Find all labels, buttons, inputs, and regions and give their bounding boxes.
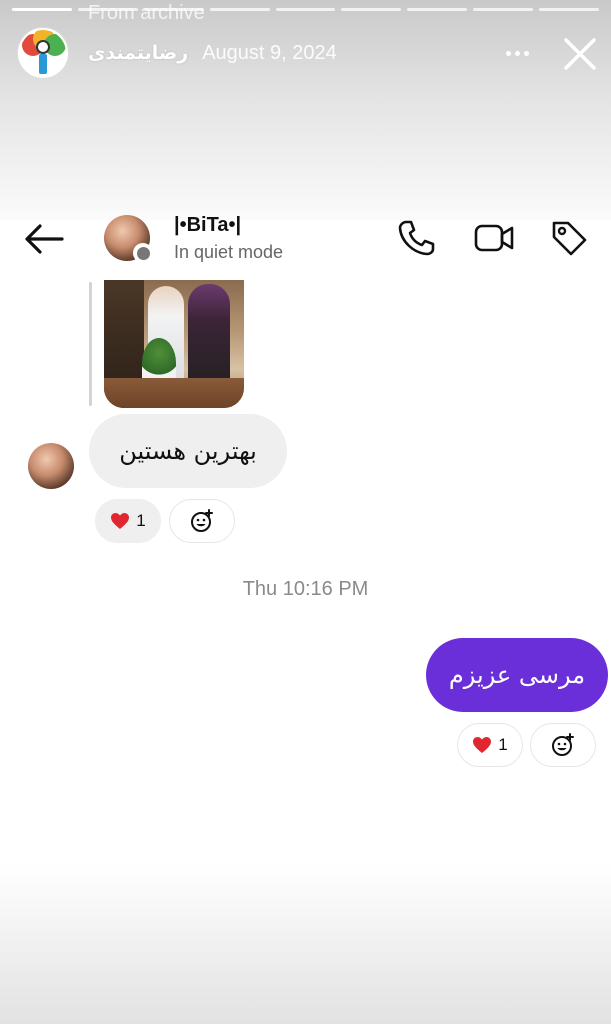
logo-face [36,40,50,54]
heart-reaction-pill[interactable]: 1 [457,723,523,767]
story-bottom-gradient [0,864,611,1024]
logo-stem [39,54,47,74]
more-horizontal-icon [505,50,511,56]
add-reaction-icon [552,733,574,756]
add-reaction-button[interactable] [169,499,235,543]
archive-label: From archive [88,2,205,24]
sender-avatar[interactable] [28,443,74,489]
reaction-count: 1 [498,735,508,754]
arrow-left-icon[interactable] [22,221,66,257]
message-timestamp: Thu 10:16 PM [242,578,369,600]
heart-icon [473,737,492,753]
shared-photo[interactable] [104,280,244,408]
progress-segment [539,8,600,11]
story-username[interactable]: رضایتمندی [88,42,188,64]
more-options-button[interactable] [500,36,534,70]
incoming-message-bubble[interactable]: بهترین هستین [89,414,287,488]
progress-segment [473,8,534,11]
progress-segment [341,8,402,11]
quiet-mode-icon [133,243,153,263]
story-date: August 9, 2024 [202,41,337,64]
outgoing-message-bubble[interactable]: مرسی عزیزم [426,638,608,712]
progress-segment [209,8,270,11]
tag-icon[interactable] [548,217,590,259]
chat-header: |•BiTa•| In quiet mode [0,205,611,275]
reply-indicator [89,282,92,406]
progress-segment [275,8,336,11]
add-reaction-icon [191,509,213,532]
story-avatar[interactable] [18,28,68,78]
video-camera-icon[interactable] [473,217,515,259]
close-icon[interactable] [560,34,600,74]
add-reaction-button[interactable] [530,723,596,767]
contact-name[interactable]: |•BiTa•| [174,214,241,237]
reaction-count: 1 [136,511,146,530]
heart-icon [111,513,130,529]
progress-segment [12,8,72,11]
heart-reaction-pill[interactable]: 1 [95,499,161,543]
progress-segment [407,8,468,11]
contact-status: In quiet mode [174,242,284,262]
phone-icon[interactable] [395,217,437,259]
contact-avatar[interactable] [104,215,153,263]
